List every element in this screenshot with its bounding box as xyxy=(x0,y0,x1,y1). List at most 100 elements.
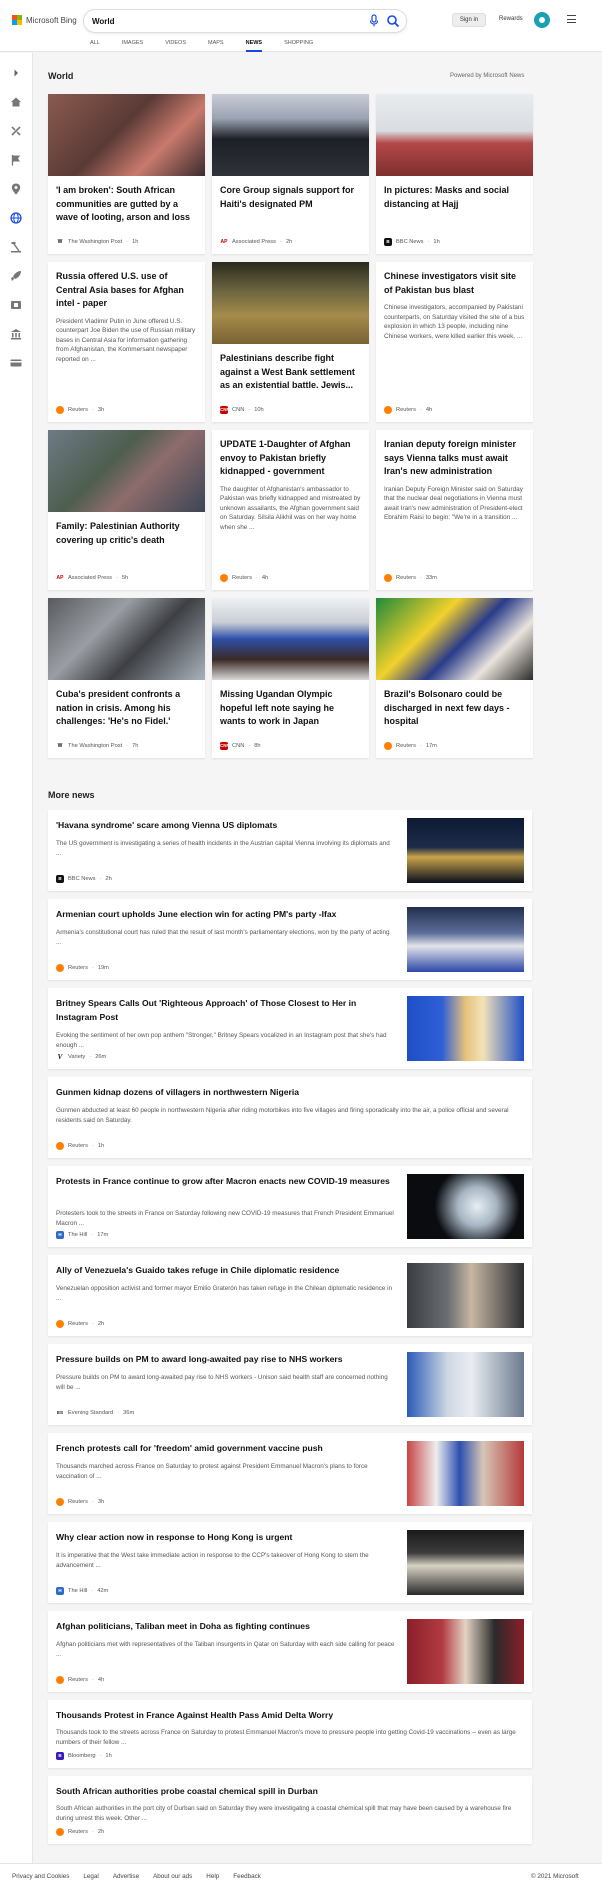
news-headline[interactable]: Pressure builds on PM to award long-awai… xyxy=(56,1353,343,1367)
news-card[interactable]: Core Group signals support for Haiti's d… xyxy=(212,94,369,254)
chevron-right-icon[interactable] xyxy=(9,66,23,80)
news-headline[interactable]: Gunmen kidnap dozens of villagers in nor… xyxy=(56,1086,299,1100)
publisher-logo-icon: H xyxy=(56,1231,64,1239)
globe-icon[interactable] xyxy=(9,211,23,225)
microphone-icon[interactable] xyxy=(368,14,380,28)
tab-videos[interactable]: VIDEOS xyxy=(165,40,186,46)
publisher-logo-icon: B xyxy=(56,875,64,883)
footer-link-advertise[interactable]: Advertise xyxy=(113,1873,139,1880)
hamburger-menu-icon[interactable] xyxy=(567,15,576,23)
news-headline[interactable]: UPDATE 1-Daughter of Afghan envoy to Pak… xyxy=(212,430,369,479)
rewards-label[interactable]: Rewards xyxy=(499,16,523,22)
news-card[interactable]: Chinese investigators visit site of Paki… xyxy=(376,262,533,422)
news-card[interactable]: Cuba's president confronts a nation in c… xyxy=(48,598,205,758)
news-headline[interactable]: Cuba's president confronts a nation in c… xyxy=(48,680,205,729)
news-headline[interactable]: South African authorities probe coastal … xyxy=(56,1785,318,1799)
news-card[interactable]: Palestinians describe fight against a We… xyxy=(212,262,369,422)
bing-logo[interactable]: Microsoft Bing xyxy=(12,15,77,25)
credit-card-icon[interactable] xyxy=(9,356,23,370)
news-snippet: It is imperative that the West take imme… xyxy=(56,1552,369,1569)
news-headline[interactable]: Britney Spears Calls Out 'Righteous Appr… xyxy=(56,997,396,1024)
news-list-item[interactable]: 'Havana syndrome' scare among Vienna US … xyxy=(48,810,532,891)
news-headline[interactable]: In pictures: Masks and social distancing… xyxy=(376,176,533,211)
news-list-item[interactable]: Protests in France continue to grow afte… xyxy=(48,1166,532,1247)
tab-images[interactable]: IMAGES xyxy=(122,40,143,46)
news-source: B Bloomberg · 1h xyxy=(56,1752,112,1760)
news-headline[interactable]: French protests call for 'freedom' amid … xyxy=(56,1442,323,1456)
news-headline[interactable]: Why clear action now in response to Hong… xyxy=(56,1531,292,1545)
news-list-item[interactable]: South African authorities probe coastal … xyxy=(48,1776,532,1844)
film-icon[interactable] xyxy=(9,298,23,312)
news-headline[interactable]: Thousands Protest in France Against Heal… xyxy=(56,1709,333,1723)
logo-text: Microsoft Bing xyxy=(26,15,77,25)
news-list-item[interactable]: Pressure builds on PM to award long-awai… xyxy=(48,1344,532,1425)
news-card[interactable]: Iranian deputy foreign minister says Vie… xyxy=(376,430,533,590)
tab-news[interactable]: NEWS xyxy=(245,40,262,52)
scale-icon[interactable] xyxy=(9,240,23,254)
news-source: Reuters · 3h xyxy=(56,406,104,414)
news-card[interactable]: UPDATE 1-Daughter of Afghan envoy to Pak… xyxy=(212,430,369,590)
news-card[interactable]: Russia offered U.S. use of Central Asia … xyxy=(48,262,205,422)
news-source: Reuters · 2h xyxy=(56,1320,104,1328)
rewards-icon[interactable] xyxy=(534,12,550,28)
news-card[interactable]: 'I am broken': South African communities… xyxy=(48,94,205,254)
news-list-item[interactable]: French protests call for 'freedom' amid … xyxy=(48,1433,532,1514)
sign-in-button[interactable]: Sign in xyxy=(452,13,486,27)
news-headline[interactable]: Ally of Venezuela's Guaido takes refuge … xyxy=(56,1264,339,1278)
search-icon[interactable] xyxy=(386,14,400,28)
news-headline[interactable]: Armenian court upholds June election win… xyxy=(56,908,336,922)
news-source: Reuters · 1h xyxy=(56,1142,104,1150)
news-headline[interactable]: Palestinians describe fight against a We… xyxy=(212,344,369,393)
news-card[interactable]: Missing Ugandan Olympic hopeful left not… xyxy=(212,598,369,758)
home-icon[interactable] xyxy=(9,95,23,109)
news-source: Reuters · 2h xyxy=(56,1828,104,1836)
publisher-logo-icon: CNN xyxy=(220,742,230,750)
news-headline[interactable]: Chinese investigators visit site of Paki… xyxy=(376,262,533,297)
news-source: B BBC News · 1h xyxy=(384,238,440,246)
news-list-item[interactable]: Afghan politicians, Taliban meet in Doha… xyxy=(48,1611,532,1692)
tab-maps[interactable]: MAPS xyxy=(208,40,224,46)
news-headline[interactable]: Core Group signals support for Haiti's d… xyxy=(212,176,369,211)
news-headline[interactable]: 'I am broken': South African communities… xyxy=(48,176,205,225)
bank-icon[interactable] xyxy=(9,327,23,341)
news-headline[interactable]: Protests in France continue to grow afte… xyxy=(56,1175,396,1189)
news-thumbnail xyxy=(407,907,524,972)
news-thumbnail xyxy=(212,94,369,176)
news-headline[interactable]: Missing Ugandan Olympic hopeful left not… xyxy=(212,680,369,729)
news-headline[interactable]: Afghan politicians, Taliban meet in Doha… xyxy=(56,1620,310,1634)
news-list-item[interactable]: Britney Spears Calls Out 'Righteous Appr… xyxy=(48,988,532,1069)
search-input[interactable] xyxy=(92,13,362,29)
news-list-item[interactable]: Gunmen kidnap dozens of villagers in nor… xyxy=(48,1077,532,1158)
news-card[interactable]: Brazil's Bolsonaro could be discharged i… xyxy=(376,598,533,758)
powered-by-label[interactable]: Powered by Microsoft News xyxy=(450,73,524,79)
publisher-logo-icon: B xyxy=(56,1752,64,1760)
footer-link-privacy[interactable]: Privacy and Cookies xyxy=(12,1873,69,1880)
flag-icon[interactable] xyxy=(9,153,23,167)
news-source: Reuters · 3h xyxy=(56,1498,104,1506)
news-headline[interactable]: Brazil's Bolsonaro could be discharged i… xyxy=(376,680,533,729)
publisher-logo-icon xyxy=(56,1142,64,1150)
news-list-item[interactable]: Why clear action now in response to Hong… xyxy=(48,1522,532,1603)
news-headline[interactable]: Iranian deputy foreign minister says Vie… xyxy=(376,430,533,479)
location-icon[interactable] xyxy=(9,182,23,196)
news-list-item[interactable]: Thousands Protest in France Against Heal… xyxy=(48,1700,532,1768)
news-list-item[interactable]: Ally of Venezuela's Guaido takes refuge … xyxy=(48,1255,532,1336)
news-headline[interactable]: Russia offered U.S. use of Central Asia … xyxy=(48,262,205,311)
news-headline[interactable]: Family: Palestinian Authority covering u… xyxy=(48,512,205,547)
tab-shopping[interactable]: SHOPPING xyxy=(284,40,313,46)
footer-link-legal[interactable]: Legal xyxy=(83,1873,98,1880)
news-headline[interactable]: 'Havana syndrome' scare among Vienna US … xyxy=(56,819,277,833)
news-thumbnail xyxy=(407,996,524,1061)
news-list-item[interactable]: Armenian court upholds June election win… xyxy=(48,899,532,980)
section-title-more-news: More news xyxy=(48,790,95,800)
rocket-icon[interactable] xyxy=(9,269,23,283)
tab-all[interactable]: ALL xyxy=(90,40,100,46)
publisher-logo-icon: CNN xyxy=(220,406,230,414)
news-thumbnail xyxy=(407,818,524,883)
footer-link-about-ads[interactable]: About our ads xyxy=(153,1873,192,1880)
news-card[interactable]: Family: Palestinian Authority covering u… xyxy=(48,430,205,590)
news-card[interactable]: In pictures: Masks and social distancing… xyxy=(376,94,533,254)
tools-icon[interactable] xyxy=(9,124,23,138)
footer-link-feedback[interactable]: Feedback xyxy=(233,1873,261,1880)
footer-link-help[interactable]: Help xyxy=(206,1873,219,1880)
